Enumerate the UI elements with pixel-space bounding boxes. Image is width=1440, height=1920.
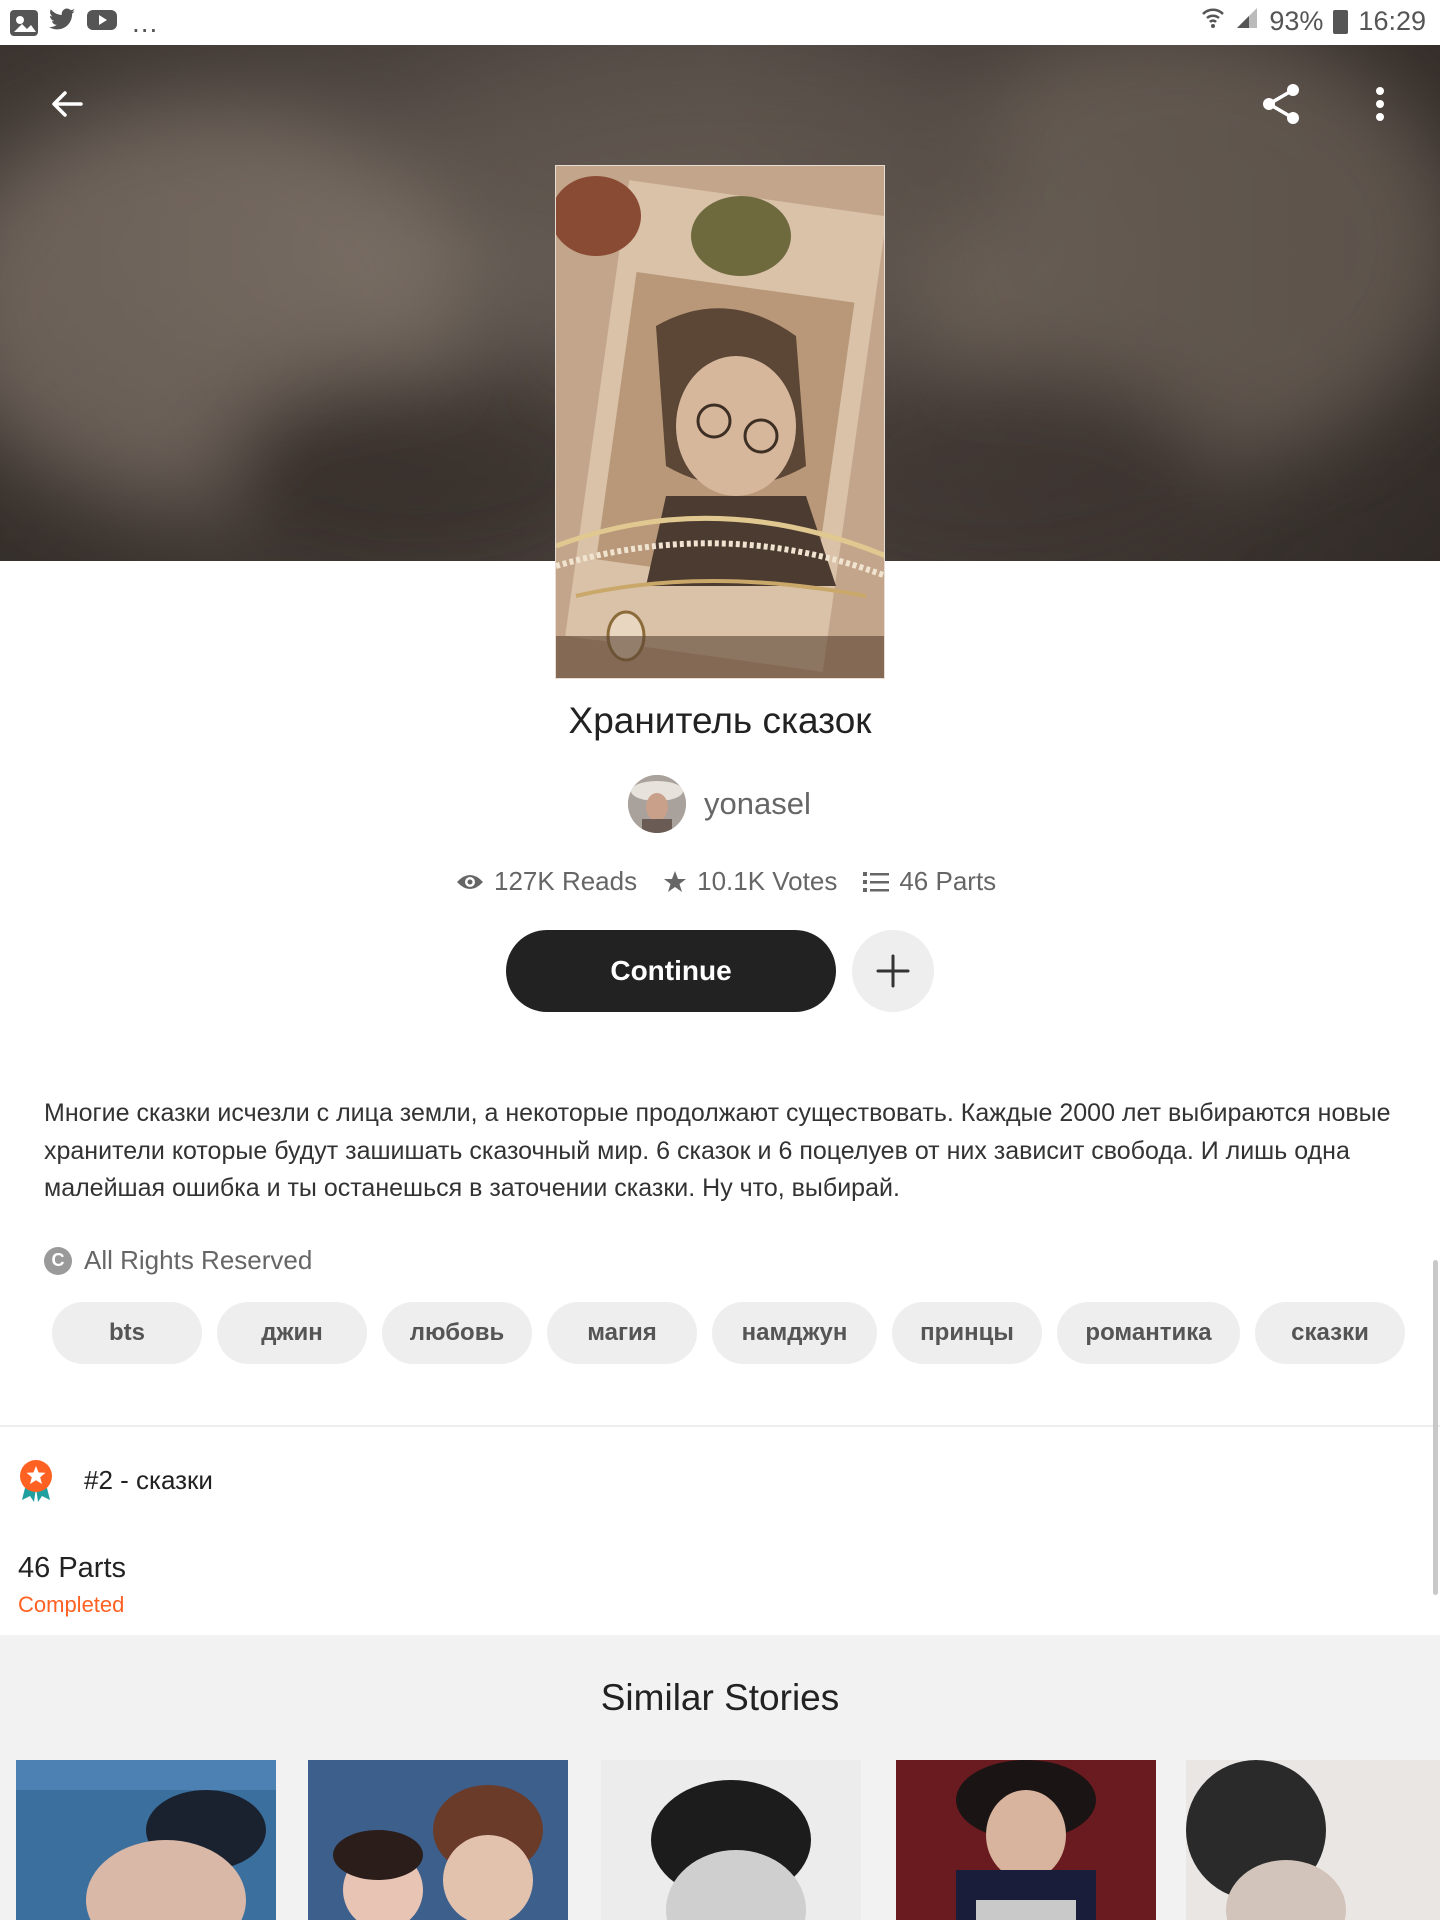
- share-icon: [1263, 84, 1299, 124]
- ranking-badge-icon: [20, 1460, 52, 1502]
- tag-chip[interactable]: принцы: [892, 1302, 1042, 1364]
- add-to-library-button[interactable]: [852, 930, 934, 1012]
- battery-level: 93%: [1269, 6, 1324, 36]
- status-bar-notifications: ...: [10, 8, 158, 37]
- copyright-notice: C All Rights Reserved: [44, 1245, 312, 1276]
- similar-story-card[interactable]: [601, 1760, 861, 1920]
- similar-story-card[interactable]: [16, 1760, 276, 1920]
- continue-reading-button[interactable]: Continue: [506, 930, 836, 1012]
- tag-chip[interactable]: намджун: [712, 1302, 877, 1364]
- arrow-back-icon: [52, 91, 83, 117]
- author-avatar[interactable]: [628, 775, 686, 833]
- similar-story-card[interactable]: [896, 1760, 1156, 1920]
- story-description: Многие сказки исчезли с лица земли, а не…: [44, 1099, 1391, 1202]
- share-button[interactable]: [1246, 69, 1316, 139]
- reads-stat: 127K Reads: [456, 866, 637, 897]
- tag-chip[interactable]: магия: [547, 1302, 697, 1364]
- tag-chip[interactable]: романтика: [1057, 1302, 1240, 1364]
- parts-count: 46 Parts: [899, 866, 997, 896]
- gallery-icon: [10, 9, 38, 36]
- twitter-icon: [48, 8, 76, 37]
- table-of-contents-link[interactable]: 46 Parts: [18, 1552, 126, 1585]
- section-divider: [0, 1425, 1440, 1427]
- parts-stat: 46 Parts: [863, 866, 996, 897]
- votes-stat: 10.1K Votes: [663, 866, 837, 897]
- more-options-button[interactable]: [1345, 69, 1415, 139]
- status-bar: ... 93% 16:29: [0, 0, 1440, 45]
- scrollbar[interactable]: [1433, 1260, 1438, 1595]
- overflow-indicator: ...: [132, 6, 159, 38]
- back-button[interactable]: [32, 69, 102, 139]
- tag-list: bts джин любовь магия намджун принцы ром…: [52, 1302, 1405, 1364]
- author-link[interactable]: yonasel: [628, 775, 811, 833]
- reads-count: 127K Reads: [494, 866, 638, 896]
- signal-icon: [1235, 6, 1259, 37]
- ranking-link[interactable]: #2 - сказки: [18, 1455, 213, 1505]
- eye-icon: [457, 874, 483, 889]
- completion-status: Completed: [18, 1592, 125, 1617]
- author-name[interactable]: yonasel: [704, 786, 811, 822]
- list-icon: [863, 871, 890, 892]
- more-vert-icon: [1376, 87, 1384, 121]
- story-title: Хранитель сказок: [568, 700, 872, 741]
- story-stats: 127K Reads 10.1K Votes 46 Parts: [456, 866, 996, 897]
- similar-stories-title: Similar Stories: [600, 1677, 840, 1718]
- tag-chip[interactable]: джин: [217, 1302, 367, 1364]
- plus-icon: [876, 954, 910, 988]
- ranking-label[interactable]: #2 - сказки: [84, 1465, 213, 1496]
- star-icon: [664, 870, 687, 892]
- similar-story-card[interactable]: [308, 1760, 568, 1920]
- youtube-icon: [86, 8, 118, 37]
- tag-chip[interactable]: любовь: [382, 1302, 532, 1364]
- tag-chip[interactable]: сказки: [1255, 1302, 1405, 1364]
- copyright-icon: C: [44, 1246, 72, 1275]
- tag-chip[interactable]: bts: [52, 1302, 202, 1364]
- clock: 16:29: [1358, 6, 1426, 36]
- story-cover-image[interactable]: [555, 165, 885, 679]
- battery-icon: [1333, 9, 1349, 34]
- cover-illustration: [556, 166, 884, 678]
- similar-story-card[interactable]: [1186, 1760, 1440, 1920]
- votes-count: 10.1K Votes: [697, 866, 838, 896]
- copyright-label: All Rights Reserved: [84, 1245, 313, 1275]
- status-bar-system: 93% 16:29: [1201, 6, 1426, 37]
- wifi-icon: [1201, 6, 1225, 37]
